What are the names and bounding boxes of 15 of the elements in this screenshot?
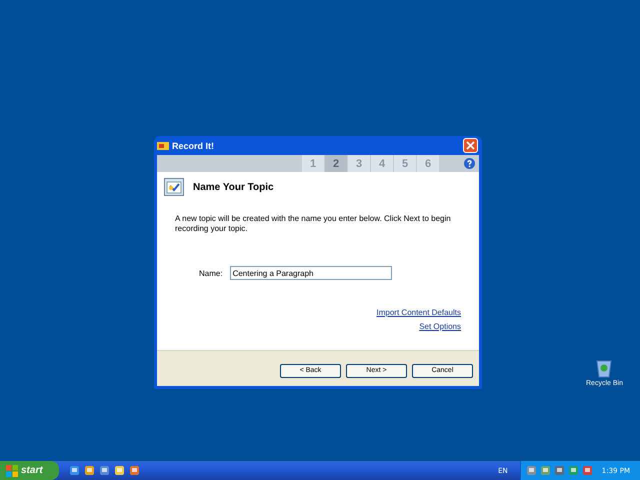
close-icon <box>466 141 475 150</box>
name-field[interactable]: Centering a Paragraph <box>230 266 392 280</box>
window-icon <box>164 178 184 196</box>
option-link[interactable]: Set Options <box>419 322 461 331</box>
flag-icon <box>6 464 18 476</box>
close-button[interactable] <box>463 138 478 153</box>
field-label: Name: <box>199 268 223 278</box>
option-link[interactable]: Import Content Defaults <box>376 308 461 317</box>
window-title: Record It! <box>172 140 216 150</box>
start-button[interactable]: start <box>0 461 59 480</box>
recycle-bin-icon[interactable] <box>594 358 614 378</box>
help-icon[interactable] <box>464 158 475 169</box>
description-text: A new topic will be created with the name you enter below. Click Next to begin recording your topic. <box>175 214 452 234</box>
page-heading: Name Your Topic <box>193 182 274 192</box>
app-icon <box>157 140 169 150</box>
